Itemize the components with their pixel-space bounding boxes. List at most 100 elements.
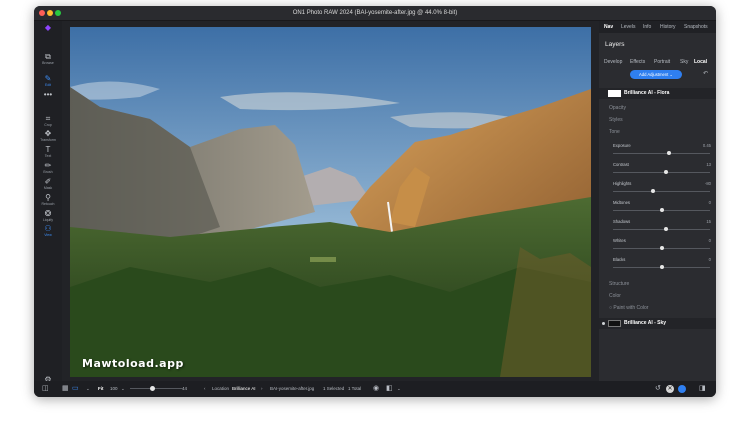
section-opacity[interactable]: Opacity [609, 105, 626, 111]
slider-knob[interactable] [650, 189, 655, 193]
tool-label: Browse [42, 61, 54, 65]
tab-local[interactable]: Local [694, 57, 707, 67]
slider-knob[interactable] [659, 246, 664, 250]
view-dropdown-icon[interactable]: ⌄ [86, 381, 90, 397]
zoom-slider-track[interactable] [130, 388, 182, 389]
slider-value: 13 [706, 162, 711, 167]
preview-eye-icon[interactable]: ◉ [373, 381, 379, 397]
tool-transform[interactable]: ✥ Transform [34, 129, 62, 143]
slider-label: Blacks [613, 257, 626, 262]
slider-track[interactable] [613, 172, 710, 173]
fit-button[interactable]: Fit [98, 381, 104, 397]
compare-icon[interactable]: ◧ [386, 381, 393, 397]
section-tone[interactable]: Tone [609, 129, 620, 135]
undo-icon[interactable]: ↺ [655, 381, 661, 397]
filmstrip-view-icon[interactable]: ▭ [72, 381, 79, 397]
slider-knob[interactable] [667, 151, 672, 155]
minimize-window-button[interactable] [47, 10, 53, 16]
compare-dropdown-icon[interactable]: ⌄ [397, 381, 401, 397]
slider-midtones[interactable]: Midtones 0 [599, 200, 716, 218]
location-label: Location [212, 386, 230, 391]
tool-retouch[interactable]: ⚲ Retouch [34, 193, 62, 207]
total-count: 1 Total [348, 386, 362, 391]
tool-browse[interactable]: ⧉ Browse [34, 52, 62, 66]
panel-toggle-icon[interactable]: ◨ [699, 381, 706, 397]
slider-label: Shadows [613, 219, 631, 224]
slider-shadows[interactable]: Shadows 15 [599, 219, 716, 237]
slider-knob[interactable] [664, 170, 669, 174]
status-bar: ◫ ▦ ▭ ⌄ Fit 100 ⌄ 44 ‹ Location Brillian… [34, 381, 716, 397]
module-tabs: Develop Effects Portrait Sky Local [599, 57, 716, 67]
tool-label: Brush [43, 170, 53, 174]
slider-contrast[interactable]: Contrast 13 [599, 162, 716, 180]
slider-track[interactable] [613, 229, 710, 230]
tool-rail: ◆ ⧉ Browse ✎ Edit ••• ⌗ Crop ✥ Transform… [34, 21, 62, 384]
tool-mask[interactable]: ✐ Mask [34, 177, 62, 191]
tab-sky[interactable]: Sky [680, 57, 688, 67]
grid-view-icon[interactable]: ▦ [62, 381, 69, 397]
layer-name: Brilliance AI - Sky [624, 320, 667, 326]
tool-more[interactable]: ••• [34, 90, 62, 99]
tool-liquify[interactable]: ❂ Liquify [34, 209, 62, 223]
view-icon: ⚇ [44, 224, 52, 233]
slider-knob[interactable] [664, 227, 669, 231]
slider-value: 0 [708, 257, 711, 262]
tool-brush[interactable]: ✏ Brush [34, 161, 62, 175]
layer-flora[interactable]: Brilliance AI - Flora [599, 88, 716, 99]
zoom-percent[interactable]: 100 [110, 381, 118, 397]
paint-with-color-option[interactable]: ○ Paint with Color [609, 305, 648, 311]
zoom-slider-knob[interactable] [150, 386, 156, 391]
tab-info[interactable]: Info [643, 21, 651, 33]
tool-text[interactable]: T Text [34, 145, 62, 159]
tool-crop[interactable]: ⌗ Crop [34, 114, 62, 128]
tab-develop[interactable]: Develop [604, 57, 622, 67]
crop-icon: ⌗ [45, 114, 51, 123]
slider-label: Midtones [613, 200, 630, 205]
slider-knob[interactable] [659, 265, 664, 269]
tab-history[interactable]: History [660, 21, 676, 33]
yosemite-photo [70, 27, 591, 377]
cancel-icon[interactable]: ✕ [666, 385, 674, 393]
reset-icon[interactable]: ↶ [703, 70, 708, 77]
location-value[interactable]: Brilliance AI [232, 381, 256, 397]
slider-knob[interactable] [659, 208, 664, 212]
section-color[interactable]: Color [609, 293, 621, 299]
back-arrow-icon[interactable]: ‹ [204, 381, 206, 397]
tab-effects[interactable]: Effects [630, 57, 645, 67]
slider-value: 0 [708, 200, 711, 205]
tab-snapshots[interactable]: Snapshots [684, 21, 708, 33]
layer-sky[interactable]: Brilliance AI - Sky [599, 318, 716, 329]
slider-highlights[interactable]: Highlights -80 [599, 181, 716, 199]
add-adjustment-button[interactable]: Add Adjustment ⌄ [630, 70, 682, 79]
slider-exposure[interactable]: Exposure 0.45 [599, 143, 716, 161]
slider-track[interactable] [613, 191, 710, 192]
tool-label: View [44, 233, 52, 237]
forward-arrow-icon[interactable]: › [261, 381, 263, 397]
section-structure[interactable]: Structure [609, 281, 629, 287]
zoom-window-button[interactable] [55, 10, 61, 16]
done-icon[interactable] [678, 385, 686, 393]
slider-label: Highlights [613, 181, 632, 186]
close-window-button[interactable] [39, 10, 45, 16]
tab-portrait[interactable]: Portrait [654, 57, 670, 67]
layer-mask-thumbnail [608, 320, 621, 327]
tool-view[interactable]: ⚇ View [34, 224, 62, 238]
tab-nav[interactable]: Nav [604, 21, 613, 33]
paint-with-color-label: Paint with Color [613, 305, 649, 311]
slider-whites[interactable]: Whites 0 [599, 238, 716, 256]
sidebar-toggle-icon[interactable]: ◫ [42, 381, 49, 397]
slider-track[interactable] [613, 153, 710, 154]
app-window: ON1 Photo RAW 2024 (BAI-yosemite-after.j… [34, 6, 716, 397]
tool-label: Mask [43, 186, 53, 190]
tab-levels[interactable]: Levels [621, 21, 635, 33]
layer-visibility-icon[interactable] [602, 322, 605, 325]
slider-blacks[interactable]: Blacks 0 [599, 257, 716, 275]
slider-value: 0.45 [702, 143, 711, 148]
tool-label: Retouch [41, 202, 55, 206]
tool-edit[interactable]: ✎ Edit [34, 74, 62, 88]
filename: BAI-yosemite-after.jpg [270, 386, 315, 391]
photo-canvas[interactable] [70, 27, 591, 377]
section-styles[interactable]: Styles [609, 117, 623, 123]
slider-label: Whites [613, 238, 626, 243]
zoom-dropdown-icon[interactable]: ⌄ [121, 381, 125, 397]
